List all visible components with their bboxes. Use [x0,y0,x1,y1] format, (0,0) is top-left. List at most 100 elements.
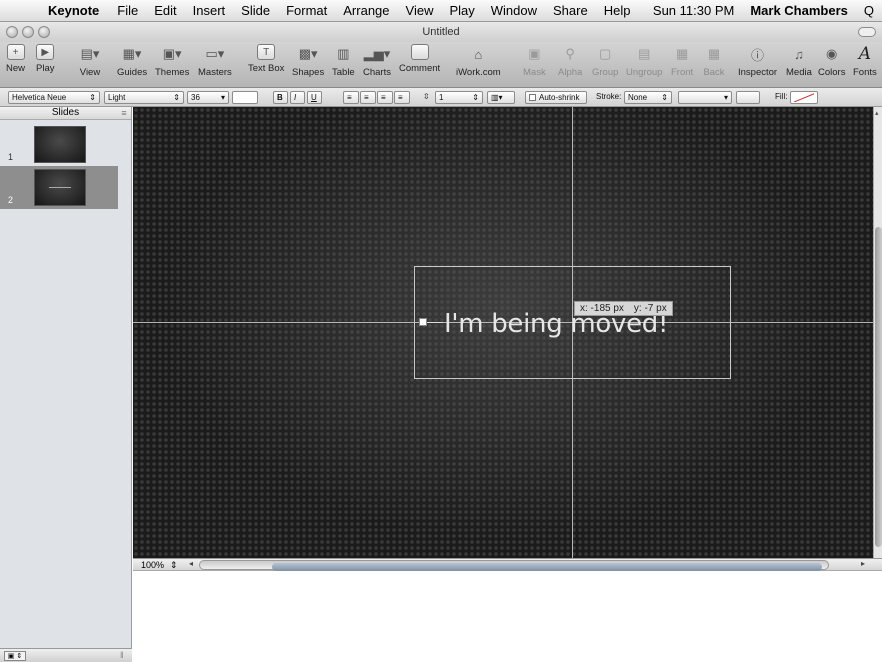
comment-button[interactable]: Comment [399,44,440,74]
slide-thumbnail-2[interactable]: 2 [0,166,118,209]
iwork-button[interactable]: ⌂ iWork.com [456,44,501,79]
close-window-button[interactable] [6,26,18,38]
slide-canvas[interactable]: I'm being moved! x: -185 px y: -7 px [133,107,873,558]
slide-thumbnail-1[interactable]: 1 [0,123,118,166]
new-label: New [6,63,26,74]
underline-label: U [311,93,317,102]
font-size-field[interactable]: 36 ▾ [187,91,229,104]
front-button[interactable]: ▦ Front [671,44,693,78]
charts-button[interactable]: ▂▅▾ Charts [363,44,391,78]
inspector-button[interactable]: ⓘ Inspector [738,44,777,79]
back-button[interactable]: ▦ Back [703,44,725,78]
zoom-select[interactable]: 100% ⇕ [139,559,180,571]
menu-view[interactable]: View [398,3,442,18]
line-spacing-icon: ⇳ [423,92,430,101]
text-color-well[interactable] [232,91,258,104]
horizontal-scrollbar[interactable] [199,560,829,571]
scroll-up-icon[interactable]: ▴ [875,109,879,117]
minimize-window-button[interactable] [22,26,34,38]
menu-share[interactable]: Share [545,3,596,18]
comment-icon [410,44,429,60]
alpha-icon: ⚲ [565,46,575,61]
front-label: Front [671,67,694,78]
scroll-left-icon[interactable]: ◂ [189,559,193,568]
mask-button[interactable]: ▣ Mask [523,44,546,78]
spotlight-icon[interactable]: Q [856,3,882,18]
view-icon: ▤▾ [80,46,100,61]
menubar-user[interactable]: Mark Chambers [742,3,856,18]
underline-button[interactable]: U [307,91,322,104]
scroll-right-icon[interactable]: ▸ [861,559,865,568]
play-label: Play [36,63,55,74]
themes-button[interactable]: ▣▾ Themes [155,44,189,78]
media-button[interactable]: ♫ Media [786,44,812,79]
menu-insert[interactable]: Insert [185,3,234,18]
fill-color-well[interactable] [790,91,818,104]
slide-navigator: Slides ≡ 1 2 ▣ ⇕ ‖ [0,107,132,662]
bold-button[interactable]: B [273,91,288,104]
resize-handle[interactable] [419,318,427,326]
menu-play[interactable]: Play [441,3,482,18]
slides-title: Slides [51,107,80,118]
menubar-clock[interactable]: Sun 11:30 PM [645,3,742,18]
menu-format[interactable]: Format [278,3,335,18]
text-box-button[interactable]: T Text Box [248,44,284,74]
ungroup-button[interactable]: ▤ Ungroup [626,44,662,78]
table-button[interactable]: ▥ Table [332,44,355,78]
auto-shrink-checkbox[interactable]: Auto-shrink [525,91,587,104]
stroke-style-select[interactable]: None ⇕ [624,91,672,104]
chevron-updown-icon: ⇕ [472,93,479,102]
horizontal-scroll-thumb[interactable] [272,563,822,571]
align-right-button[interactable]: ≡ [377,91,393,104]
text-box-selection[interactable]: I'm being moved! [414,266,731,379]
stroke-color-well[interactable] [736,91,760,104]
vertical-scroll-thumb[interactable] [875,227,882,547]
ungroup-icon: ▤ [638,46,651,61]
fonts-button[interactable]: A Fonts [853,44,877,78]
menu-slide[interactable]: Slide [233,3,278,18]
font-style-select[interactable]: Light ⇕ [104,91,184,104]
chevron-updown-icon: ⇕ [89,93,96,102]
themes-icon: ▣▾ [162,46,182,61]
play-icon: ▶ [36,44,55,60]
view-button[interactable]: ▤▾ View [79,44,101,78]
split-handle-icon[interactable]: ‖ [120,650,124,660]
zoom-window-button[interactable] [38,26,50,38]
chevron-down-icon: ▾ [723,93,728,102]
play-button[interactable]: ▶ Play [36,44,54,74]
table-icon: ▥ [337,46,350,61]
menu-help[interactable]: Help [596,3,639,18]
colors-button[interactable]: ◉ Colors [818,44,845,78]
new-button[interactable]: + New [6,44,25,74]
shapes-button[interactable]: ▩▾ Shapes [292,44,324,78]
view-mode-button[interactable]: ▣ ⇕ [4,651,26,661]
alpha-button[interactable]: ⚲ Alpha [558,44,582,78]
menu-window[interactable]: Window [483,3,545,18]
toolbar-toggle-button[interactable] [858,27,876,37]
menu-file[interactable]: File [109,3,146,18]
stroke-width-select[interactable]: ▾ [678,91,732,104]
align-justify-button[interactable]: ≡ [394,91,410,104]
align-left-button[interactable]: ≡ [343,91,359,104]
navigator-menu-icon[interactable]: ≡ [119,108,129,118]
menu-edit[interactable]: Edit [146,3,184,18]
font-family-select[interactable]: Helvetica Neue ⇕ [8,91,100,104]
columns-select[interactable]: ▥▾ [487,91,515,104]
fonts-icon: A [858,44,872,64]
send-back-icon: ▦ [707,46,721,61]
menu-app-name[interactable]: Keynote [44,3,109,18]
window-title-bar: Untitled [0,22,882,42]
group-button[interactable]: ▢ Group [592,44,618,78]
themes-label: Themes [155,67,190,78]
vertical-scrollbar[interactable]: ▴ [873,107,882,558]
font-style-value: Light [108,93,126,102]
guides-button[interactable]: ▦▾ Guides [117,44,147,78]
masters-button[interactable]: ▭▾ Masters [198,44,232,78]
align-center-button[interactable]: ≡ [360,91,376,104]
no-fill-slash-icon [794,93,814,102]
line-spacing-select[interactable]: 1 ⇕ [435,91,483,104]
italic-button[interactable]: I [290,91,305,104]
font-size-value: 36 [191,93,200,102]
menu-arrange[interactable]: Arrange [335,3,397,18]
presenter-notes[interactable] [133,572,882,662]
